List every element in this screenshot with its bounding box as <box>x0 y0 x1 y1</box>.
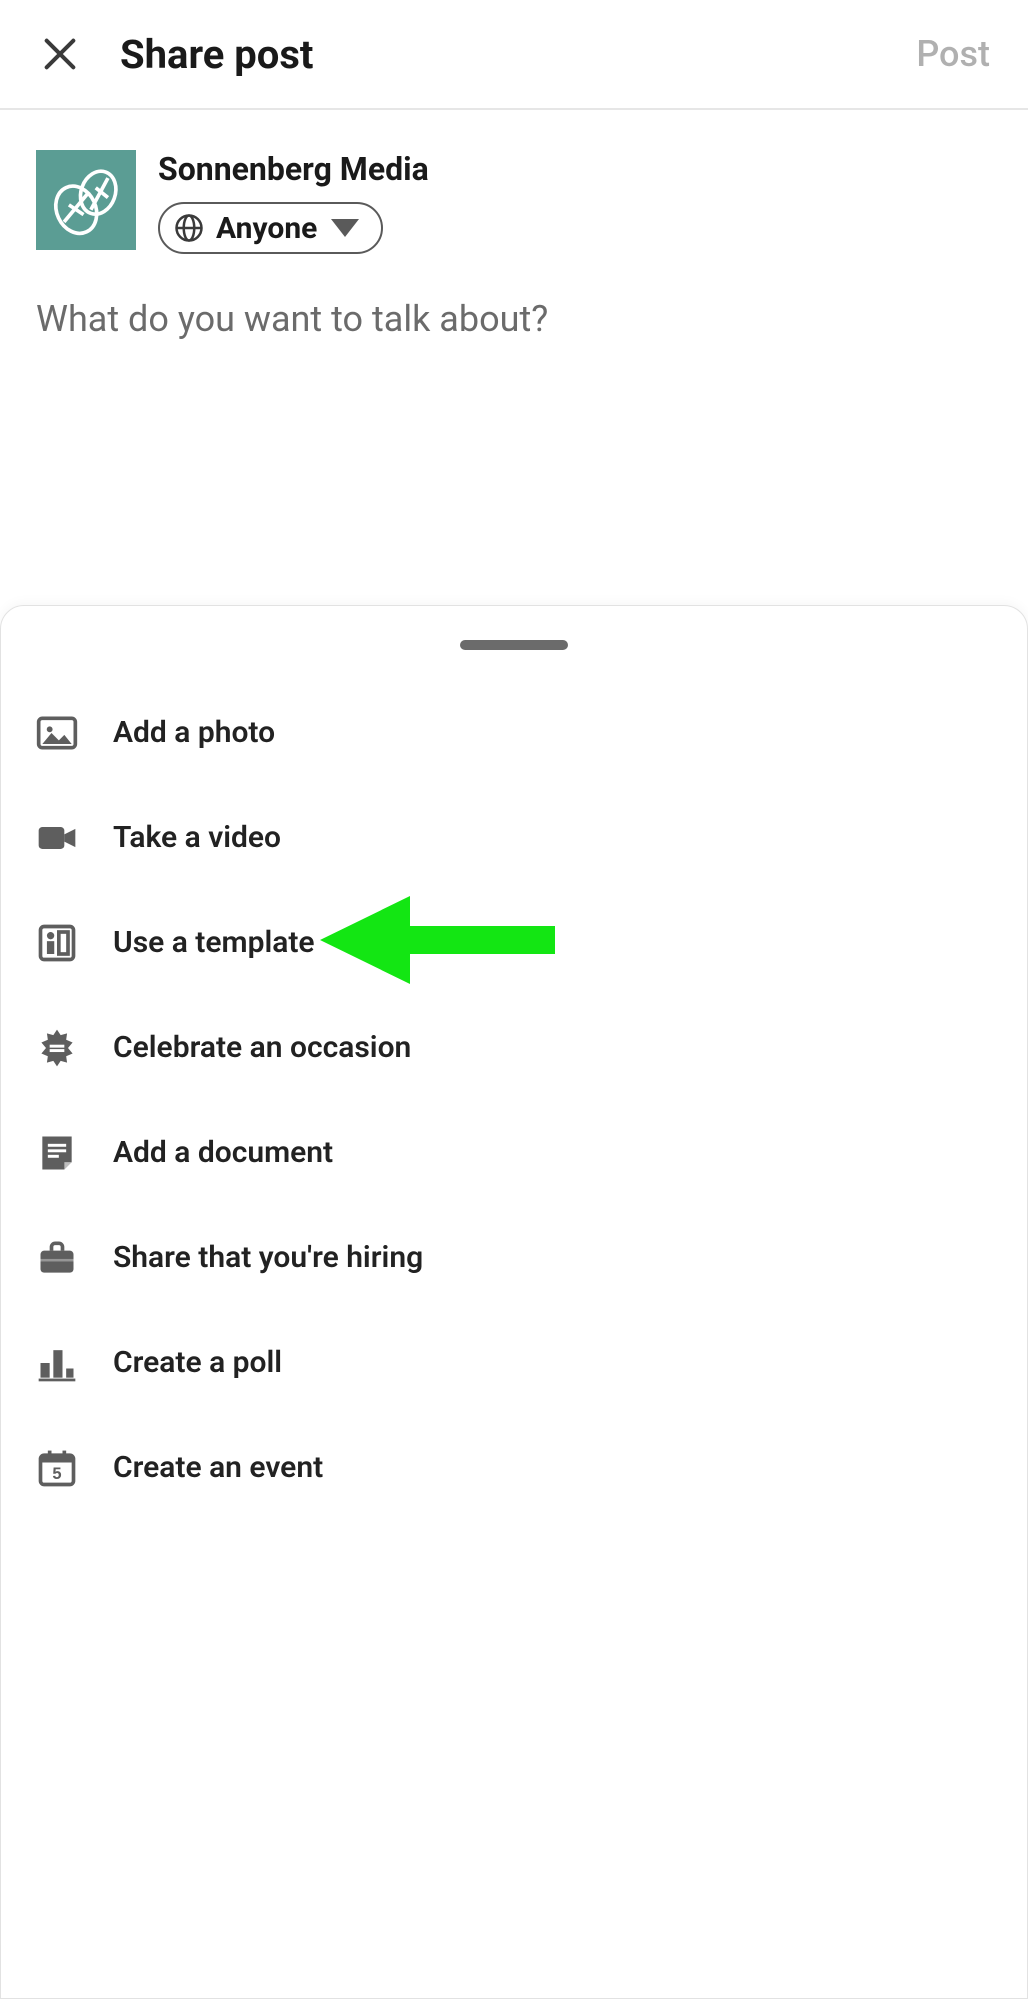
close-icon <box>40 34 80 74</box>
author-meta: Sonnenberg Media Anyone <box>158 150 429 254</box>
briefcase-icon <box>33 1234 81 1282</box>
option-label: Take a video <box>113 820 281 855</box>
svg-text:5: 5 <box>52 1465 61 1483</box>
option-label: Add a photo <box>113 715 275 750</box>
option-celebrate-occasion[interactable]: Celebrate an occasion <box>33 995 995 1100</box>
author-row: Sonnenberg Media Anyone <box>36 150 992 254</box>
photo-icon <box>33 709 81 757</box>
option-add-document[interactable]: Add a document <box>33 1100 995 1205</box>
option-create-poll[interactable]: Create a poll <box>33 1310 995 1415</box>
header-bar: Share post Post <box>0 0 1028 110</box>
caret-down-icon <box>331 219 359 237</box>
post-button[interactable]: Post <box>916 33 990 75</box>
option-share-hiring[interactable]: Share that you're hiring <box>33 1205 995 1310</box>
option-list: Add a photo Take a video Use a template … <box>1 680 1027 1520</box>
option-use-template[interactable]: Use a template <box>33 890 995 995</box>
option-create-event[interactable]: 5 Create an event <box>33 1415 995 1520</box>
option-take-video[interactable]: Take a video <box>33 785 995 890</box>
globe-icon <box>174 213 204 243</box>
audience-label: Anyone <box>216 211 317 246</box>
sheet-drag-handle[interactable] <box>460 640 568 650</box>
composer-input[interactable]: What do you want to talk about? <box>36 298 992 340</box>
composer-area: Sonnenberg Media Anyone What do you want… <box>0 110 1028 340</box>
option-label: Add a document <box>113 1135 333 1170</box>
options-sheet: Add a photo Take a video Use a template … <box>0 605 1028 1999</box>
video-icon <box>33 814 81 862</box>
calendar-icon: 5 <box>33 1444 81 1492</box>
option-label: Celebrate an occasion <box>113 1030 411 1065</box>
author-name: Sonnenberg Media <box>158 150 429 188</box>
audience-selector[interactable]: Anyone <box>158 202 383 254</box>
celebrate-icon <box>33 1024 81 1072</box>
option-label: Create an event <box>113 1450 323 1485</box>
document-icon <box>33 1129 81 1177</box>
close-button[interactable] <box>38 32 82 76</box>
option-label: Share that you're hiring <box>113 1240 423 1275</box>
avatar-logo-icon <box>47 161 125 239</box>
poll-icon <box>33 1339 81 1387</box>
option-label: Use a template <box>113 925 315 960</box>
page-title: Share post <box>120 31 916 78</box>
option-add-photo[interactable]: Add a photo <box>33 680 995 785</box>
option-label: Create a poll <box>113 1345 282 1380</box>
template-icon <box>33 919 81 967</box>
avatar[interactable] <box>36 150 136 250</box>
